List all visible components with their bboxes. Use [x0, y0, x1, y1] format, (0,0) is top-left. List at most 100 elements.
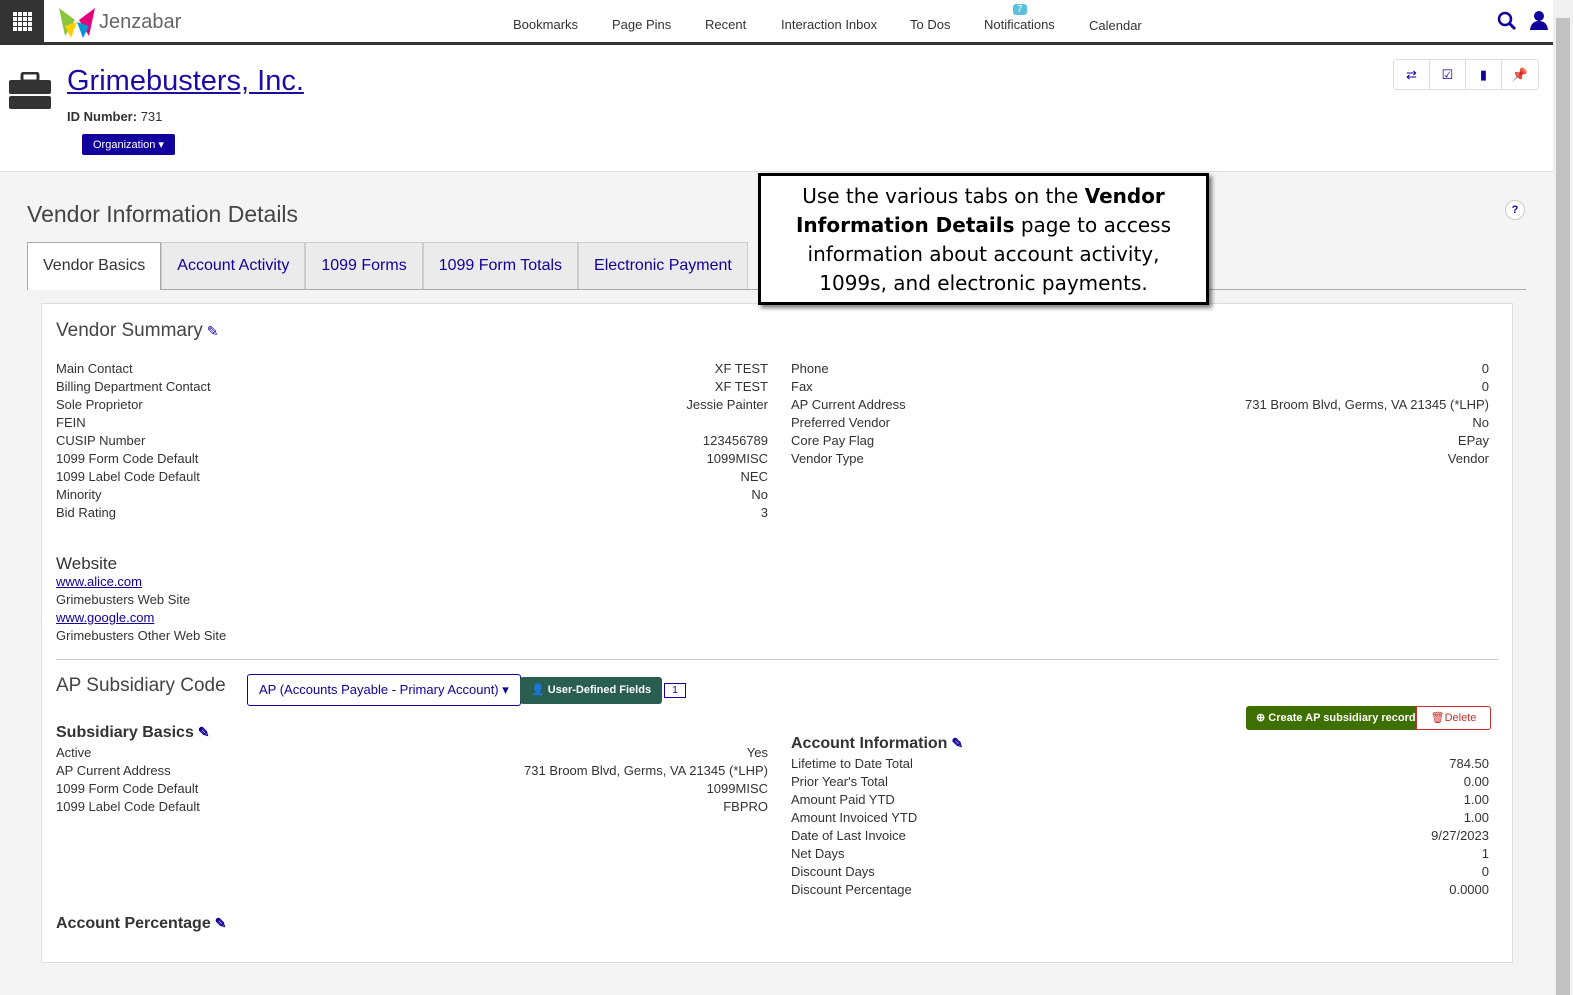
- page-title: Vendor Information Details: [27, 201, 299, 227]
- field-label: Discount Percentage: [791, 882, 912, 897]
- callout-text: Use the various tabs on the: [802, 184, 1085, 208]
- field-value: 784.50: [1449, 756, 1489, 771]
- field-label: Discount Days: [791, 864, 875, 879]
- field-value: FBPRO: [723, 799, 768, 814]
- tab-electronic-payment[interactable]: Electronic Payment: [578, 242, 748, 289]
- related-icon[interactable]: ⇄: [1394, 60, 1430, 89]
- field-label: Sole Proprietor: [56, 397, 143, 412]
- website-link[interactable]: www.google.com: [56, 609, 154, 627]
- account-percentage-heading: Account Percentage ✎: [56, 915, 226, 933]
- user-defined-fields-button[interactable]: 👤 User-Defined Fields: [520, 677, 663, 704]
- field-value: 731 Broom Blvd, Germs, VA 21345 (*LHP): [1245, 397, 1489, 412]
- field-value: 3: [760, 505, 768, 520]
- search-icon[interactable]: [1497, 11, 1517, 31]
- field-label: Main Contact: [56, 361, 133, 376]
- help-icon[interactable]: ?: [1505, 200, 1525, 220]
- field-label: Date of Last Invoice: [791, 828, 906, 843]
- create-ap-subsidiary-button[interactable]: ⊕ Create AP subsidiary record: [1246, 706, 1426, 730]
- edit-pencil-icon[interactable]: ✎: [198, 724, 210, 740]
- field-label: Preferred Vendor: [791, 415, 891, 430]
- pin-icon[interactable]: 📌: [1502, 60, 1538, 89]
- user-icon[interactable]: [1529, 10, 1549, 30]
- field-label: Prior Year's Total: [791, 774, 888, 789]
- tab-1099-forms[interactable]: 1099 Forms: [305, 242, 423, 289]
- field-label: AP Current Address: [791, 397, 906, 412]
- subsidiary-basics-title: Subsidiary Basics: [56, 724, 194, 741]
- website-link[interactable]: www.alice.com: [56, 573, 142, 591]
- website-url[interactable]: www.google.com: [56, 610, 154, 625]
- nav-bookmarks[interactable]: Bookmarks: [513, 17, 578, 32]
- id-label: ID Number:: [67, 109, 138, 124]
- logo[interactable]: Jenzabar: [57, 6, 181, 38]
- tab-1099-form-totals[interactable]: 1099 Form Totals: [422, 242, 579, 289]
- field-label: Active: [56, 745, 92, 760]
- field-value: EPay: [1457, 433, 1489, 448]
- nav-interaction-inbox[interactable]: Interaction Inbox: [781, 17, 877, 32]
- tab-vendor-basics[interactable]: Vendor Basics: [27, 242, 162, 290]
- tab-account-activity[interactable]: Account Activity: [161, 242, 306, 289]
- todo-check-icon[interactable]: ☑: [1430, 60, 1466, 89]
- notifications-badge: 7: [1013, 4, 1027, 15]
- field-label: Core Pay Flag: [791, 433, 875, 448]
- field-value: 1.00: [1463, 792, 1489, 807]
- field-label: 1099 Label Code Default: [56, 799, 200, 814]
- id-value: 731: [140, 109, 163, 124]
- field-value: 0.0000: [1449, 882, 1489, 897]
- field-value: 731 Broom Blvd, Germs, VA 21345 (*LHP): [524, 763, 768, 778]
- field-value: 0: [1481, 864, 1489, 879]
- record-title-link[interactable]: Grimebusters, Inc.: [67, 65, 304, 98]
- field-value: XF TEST: [714, 379, 768, 394]
- brand-name: Jenzabar: [99, 10, 182, 33]
- edit-pencil-icon[interactable]: ✎: [951, 735, 963, 751]
- field-label: Fax: [791, 379, 813, 394]
- field-label: Amount Paid YTD: [791, 792, 895, 807]
- briefcase-icon: [9, 72, 51, 109]
- ap-subsidiary-select[interactable]: AP (Accounts Payable - Primary Account) …: [247, 674, 521, 706]
- scrollbar[interactable]: [1553, 0, 1573, 995]
- nav-page-pins[interactable]: Page Pins: [612, 17, 671, 32]
- field-value: 1.00: [1463, 810, 1489, 825]
- account-percentage-title: Account Percentage: [56, 915, 211, 932]
- record-header: Grimebusters, Inc. ID Number: 731 Organi…: [0, 45, 1553, 172]
- vendor-summary-heading: Vendor Summary ✎: [56, 320, 219, 342]
- user-edit-icon: 👤: [531, 684, 545, 696]
- field-label: Amount Invoiced YTD: [791, 810, 918, 825]
- field-value: Vendor: [1447, 451, 1489, 466]
- field-label: Phone: [791, 361, 829, 376]
- website-desc: Grimebusters Other Web Site: [56, 628, 227, 643]
- organization-dropdown-button[interactable]: Organization ▾: [82, 134, 175, 155]
- field-label: 1099 Form Code Default: [56, 451, 199, 466]
- nav-to-dos[interactable]: To Dos: [910, 17, 950, 32]
- field-value: No: [751, 487, 768, 502]
- nav-notifications[interactable]: Notifications: [984, 17, 1055, 32]
- field-value: 1099MISC: [706, 781, 768, 796]
- field-label: Minority: [56, 487, 102, 502]
- udf-label: User-Defined Fields: [547, 684, 652, 696]
- website-heading: Website: [56, 554, 118, 573]
- field-label: 1099 Label Code Default: [56, 469, 200, 484]
- trash-icon: 🗑: [1430, 712, 1445, 724]
- butterfly-logo-icon: [59, 8, 95, 38]
- create-label: Create AP subsidiary record: [1268, 712, 1416, 724]
- nav-calendar[interactable]: Calendar: [1089, 18, 1142, 33]
- field-label: Lifetime to Date Total: [791, 756, 913, 771]
- nav-recent[interactable]: Recent: [705, 17, 746, 32]
- edit-pencil-icon[interactable]: ✎: [215, 915, 227, 931]
- bookmark-icon[interactable]: ▮: [1466, 60, 1502, 89]
- delete-button[interactable]: 🗑Delete: [1416, 706, 1491, 730]
- website-url[interactable]: www.alice.com: [56, 574, 142, 589]
- field-value: 123456789: [702, 433, 768, 448]
- vendor-basics-panel: Vendor Summary ✎ Main Contact XF TEST Billi…: [41, 303, 1513, 963]
- field-label: Bid Rating: [56, 505, 116, 520]
- comments-count-icon[interactable]: 1: [664, 683, 686, 698]
- subsidiary-basics-heading: Subsidiary Basics ✎: [56, 724, 210, 742]
- apps-menu-icon[interactable]: [0, 0, 44, 45]
- field-value: NEC: [740, 469, 768, 484]
- field-label: Net Days: [791, 846, 845, 861]
- tutorial-callout: Use the various tabs on the Vendor Infor…: [758, 173, 1209, 305]
- edit-pencil-icon[interactable]: ✎: [207, 323, 219, 339]
- field-value: 0: [1481, 361, 1489, 376]
- field-value: 1: [1481, 846, 1489, 861]
- field-label: Vendor Type: [791, 451, 864, 466]
- field-value: 1099MISC: [706, 451, 768, 466]
